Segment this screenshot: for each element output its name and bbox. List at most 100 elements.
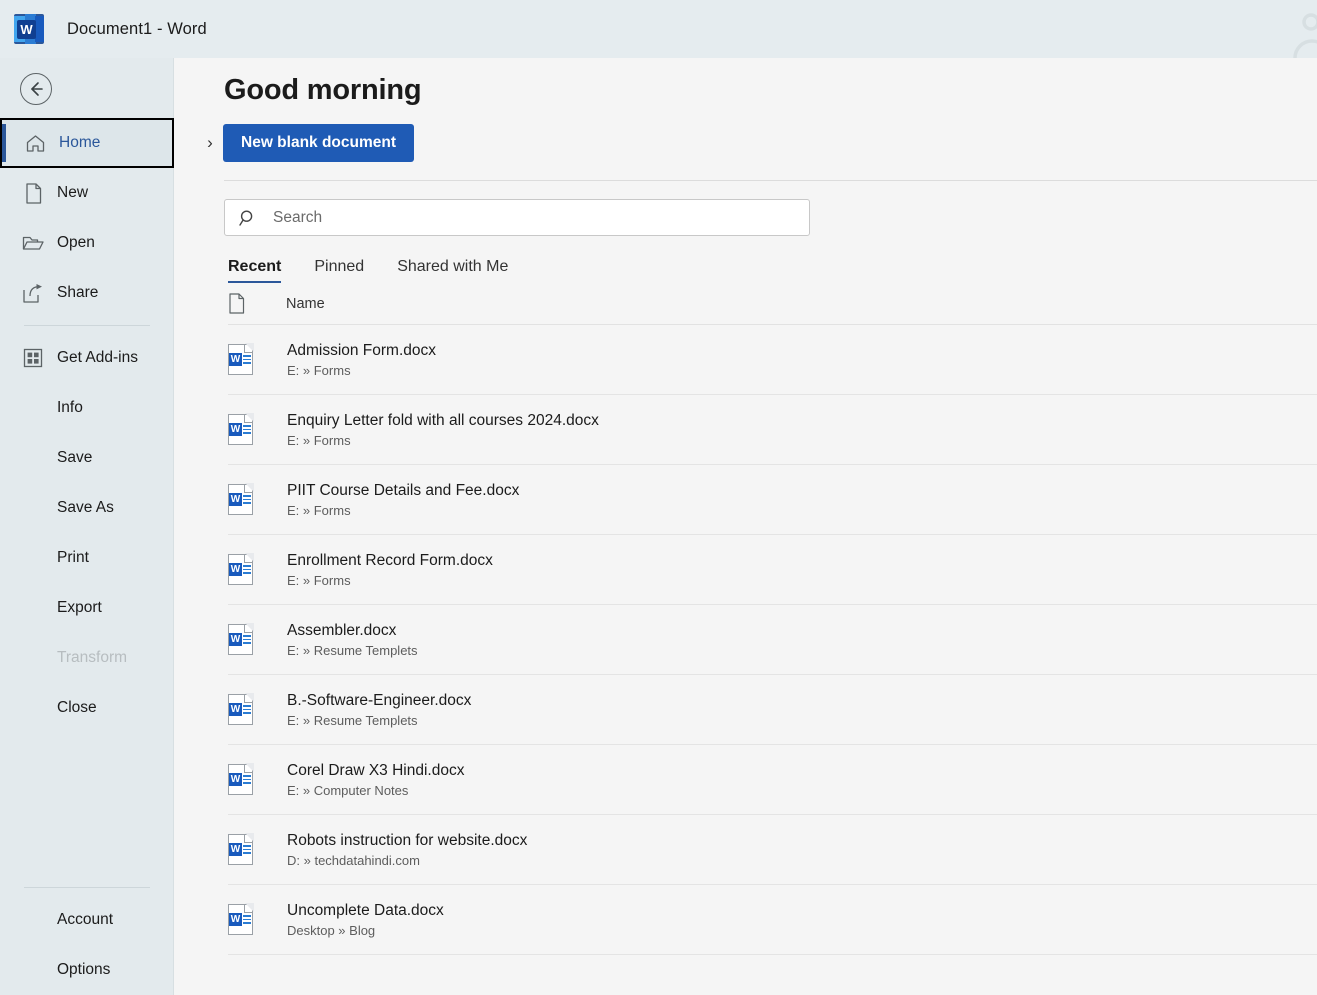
account-person-icon[interactable] <box>1281 6 1317 58</box>
word-file-icon: W <box>228 413 275 445</box>
word-app-logo-icon: W <box>14 14 44 44</box>
backstage-main-content: Good morning › New blank document Recent… <box>175 58 1317 995</box>
table-row[interactable]: W Robots instruction for website.docx D:… <box>228 815 1317 885</box>
sidebar-item-label: Open <box>57 234 95 251</box>
sidebar-item-save-as[interactable]: Save As <box>0 483 174 533</box>
sidebar-item-label: Close <box>57 699 97 716</box>
sidebar-item-label: Print <box>57 549 89 566</box>
sidebar-item-transform: Transform <box>0 633 174 683</box>
word-file-icon: W <box>228 623 275 655</box>
document-path: E: » Computer Notes <box>287 782 409 798</box>
document-name: Uncomplete Data.docx <box>287 901 444 919</box>
home-icon <box>24 132 46 154</box>
word-file-icon: W <box>228 693 275 725</box>
search-box[interactable] <box>224 199 810 236</box>
column-header-name: Name <box>286 295 325 312</box>
word-file-icon: W <box>228 763 275 795</box>
sidebar-item-label: Account <box>57 911 114 928</box>
document-path: E: » Forms <box>287 362 351 378</box>
sidebar-item-share[interactable]: Share <box>0 268 174 318</box>
document-name: Enquiry Letter fold with all courses 202… <box>287 411 599 429</box>
sidebar-item-home[interactable]: Home <box>0 118 174 168</box>
document-path: Desktop » Blog <box>287 922 376 938</box>
back-button[interactable] <box>20 73 52 105</box>
word-logo-letter: W <box>17 20 36 39</box>
table-row[interactable]: W Assembler.docx E: » Resume Templets <box>228 605 1317 675</box>
document-icon <box>228 293 275 314</box>
tab-pinned[interactable]: Pinned <box>314 258 364 283</box>
sidebar-bottom-nav: Account Options <box>0 880 174 995</box>
sidebar-divider-1 <box>24 325 150 326</box>
document-name: Admission Form.docx <box>287 341 437 359</box>
window-title: Document1 - Word <box>67 19 207 38</box>
sidebar-item-get-add-ins[interactable]: Get Add-ins <box>0 333 174 383</box>
document-filter-tabs: Recent Pinned Shared with Me <box>228 258 1317 283</box>
document-path: E: » Forms <box>287 502 351 518</box>
templates-divider <box>224 180 1317 181</box>
table-row[interactable]: W B.-Software-Engineer.docx E: » Resume … <box>228 675 1317 745</box>
sidebar-item-open[interactable]: Open <box>0 218 174 268</box>
sidebar-item-label: Info <box>57 399 83 416</box>
share-icon <box>22 282 44 304</box>
sidebar-item-label: Save As <box>57 499 114 516</box>
table-row[interactable]: W PIIT Course Details and Fee.docx E: » … <box>228 465 1317 535</box>
new-document-row: › New blank document <box>175 124 1317 162</box>
sidebar-divider-2 <box>24 887 150 888</box>
sidebar-item-label: Get Add-ins <box>57 349 138 366</box>
sidebar-item-label: Options <box>57 961 111 978</box>
tab-shared-with-me[interactable]: Shared with Me <box>397 258 508 283</box>
add-ins-icon <box>22 347 44 369</box>
word-file-icon: W <box>228 903 275 935</box>
sidebar-item-label: Share <box>57 284 99 301</box>
document-name: Assembler.docx <box>287 621 397 639</box>
sidebar-item-label: Export <box>57 599 102 616</box>
document-name: PIIT Course Details and Fee.docx <box>287 481 520 499</box>
sidebar-item-label: New <box>57 184 89 201</box>
sidebar-item-save[interactable]: Save <box>0 433 174 483</box>
table-row[interactable]: W Uncomplete Data.docx Desktop » Blog <box>228 885 1317 955</box>
document-path: E: » Resume Templets <box>287 642 418 658</box>
sidebar-item-export[interactable]: Export <box>0 583 174 633</box>
recent-documents-list: W Admission Form.docx E: » Forms W Enqui… <box>228 325 1317 955</box>
table-row[interactable]: W Admission Form.docx E: » Forms <box>228 325 1317 395</box>
document-path: D: » techdatahindi.com <box>287 852 420 868</box>
sidebar-item-new[interactable]: New <box>0 168 174 218</box>
sidebar-item-options[interactable]: Options <box>0 945 174 995</box>
document-name: Enrollment Record Form.docx <box>287 551 493 569</box>
folder-icon <box>22 232 44 254</box>
backstage-sidebar: Home New Open Share Get Add-ins Info Sav… <box>0 58 174 995</box>
sidebar-nav-list: Home New Open Share Get Add-ins Info Sav… <box>0 118 174 733</box>
table-row[interactable]: W Corel Draw X3 Hindi.docx E: » Computer… <box>228 745 1317 815</box>
new-blank-document-button[interactable]: New blank document <box>223 124 415 162</box>
list-column-header: Name <box>228 283 1317 325</box>
document-name: Corel Draw X3 Hindi.docx <box>287 761 465 779</box>
search-area <box>224 199 1317 236</box>
table-row[interactable]: W Enrollment Record Form.docx E: » Forms <box>228 535 1317 605</box>
sidebar-item-print[interactable]: Print <box>0 533 174 583</box>
sidebar-item-label: Home <box>59 134 101 151</box>
document-name: B.-Software-Engineer.docx <box>287 691 472 709</box>
sidebar-item-label: Transform <box>57 649 128 666</box>
new-doc-icon <box>22 182 44 204</box>
sidebar-item-close[interactable]: Close <box>0 683 174 733</box>
sidebar-item-account[interactable]: Account <box>0 895 174 945</box>
chevron-right-icon[interactable]: › <box>197 133 223 153</box>
search-icon <box>225 209 271 227</box>
document-name: Robots instruction for website.docx <box>287 831 528 849</box>
word-file-icon: W <box>228 483 275 515</box>
title-bar: W Document1 - Word <box>0 0 1317 58</box>
arrow-left-icon <box>31 82 43 96</box>
word-file-icon: W <box>228 553 275 585</box>
document-path: E: » Forms <box>287 572 351 588</box>
selection-accent-bar <box>2 124 6 162</box>
tab-recent[interactable]: Recent <box>228 258 282 283</box>
word-file-icon: W <box>228 833 275 865</box>
document-path: E: » Resume Templets <box>287 712 418 728</box>
document-path: E: » Forms <box>287 432 351 448</box>
search-input[interactable] <box>271 207 809 228</box>
page-title: Good morning <box>224 74 422 106</box>
table-row[interactable]: W Enquiry Letter fold with all courses 2… <box>228 395 1317 465</box>
word-file-icon: W <box>228 343 275 375</box>
sidebar-item-label: Save <box>57 449 93 466</box>
sidebar-item-info[interactable]: Info <box>0 383 174 433</box>
